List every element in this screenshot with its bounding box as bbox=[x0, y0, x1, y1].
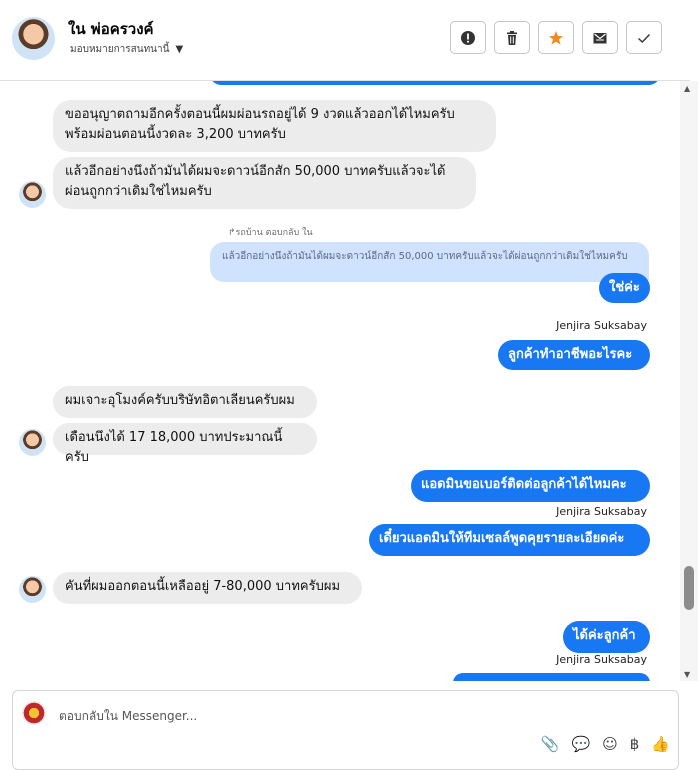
chevron-down-icon: ▼ bbox=[175, 44, 184, 55]
sender-name: Jenjira Suksabay bbox=[556, 319, 647, 332]
composer-tools: 📎 💬 ☺ ฿ 👍 bbox=[541, 735, 670, 753]
emoji-icon[interactable]: ☺ bbox=[602, 735, 618, 753]
message-thread: ขออนุญาตถามอีกครั้งตอนนี้ผมผ่อนรถอยู่ได้… bbox=[0, 81, 678, 681]
message-text: พร้อมผ่อนตอนนี้งวดละ 3,200 บาทครับ bbox=[65, 127, 286, 142]
thumbs-up-icon[interactable]: 👍 bbox=[651, 735, 670, 753]
mark-important-button[interactable] bbox=[450, 21, 486, 54]
assign-conversation-dropdown[interactable]: มอบหมายการสนทนานี้ ▼ bbox=[70, 42, 183, 57]
reply-input[interactable]: ตอบกลับใน Messenger... bbox=[59, 707, 197, 726]
contact-avatar-small bbox=[19, 576, 46, 603]
reply-meta-text: รถบ้าน ตอบกลับ ใน bbox=[235, 228, 313, 238]
alert-icon bbox=[461, 30, 475, 45]
trash-icon bbox=[507, 30, 517, 45]
checkmark-icon bbox=[638, 33, 651, 43]
message-text: ผมเจาะอุโมงค์ครับบริษัทอิตาเลียนครับผม bbox=[65, 393, 295, 408]
message-text: แอดมินขอเบอร์ติดต่อลูกค้าได้ไหมคะ bbox=[421, 477, 627, 492]
message-text: ใช่ค่ะ bbox=[609, 280, 640, 295]
scroll-up-icon[interactable]: ▲ bbox=[684, 84, 690, 93]
quoted-message-text: แล้วอีกอย่างนึงถ้ามันได้ผมจะดาวน์อีกสัก … bbox=[222, 251, 628, 262]
message-bubble-incoming[interactable]: คันที่ผมออกตอนนี้เหลืออยู่ 7-80,000 บาทค… bbox=[53, 572, 362, 604]
envelope-icon bbox=[593, 32, 607, 43]
saved-replies-icon[interactable]: 💬 bbox=[571, 735, 590, 753]
message-text: เดือนนึงได้ 17 18,000 บาทประมาณนี้ครับ bbox=[65, 430, 283, 465]
message-bubble-outgoing[interactable]: เดี๋ยวแอดมินให้ทีมเซลล์พูดคุยรายละเอียดค… bbox=[369, 524, 650, 556]
scrollbar-thumb[interactable] bbox=[684, 566, 694, 610]
star-icon bbox=[548, 30, 564, 45]
message-text: ลูกค้าทำอาชีพอะไรคะ bbox=[508, 347, 633, 362]
reply-meta: ↱รถบ้าน ตอบกลับ ใน bbox=[228, 225, 313, 239]
payment-icon[interactable]: ฿ bbox=[630, 735, 640, 753]
assign-label: มอบหมายการสนทนานี้ bbox=[70, 44, 170, 55]
message-text: ขออนุญาตถามอีกครั้งตอนนี้ผมผ่อนรถอยู่ได้… bbox=[65, 107, 455, 122]
message-bubble-outgoing[interactable]: แอดมินขอเบอร์ติดต่อลูกค้าได้ไหมคะ bbox=[411, 470, 650, 502]
attachment-icon[interactable]: 📎 bbox=[541, 735, 560, 753]
reply-arrow-icon: ↱ bbox=[228, 228, 236, 238]
sender-name: Jenjira Suksabay bbox=[556, 505, 647, 518]
message-text: เดี๋ยวแอดมินให้ทีมเซลล์พูดคุยรายละเอียดค… bbox=[379, 531, 625, 546]
message-text: ผ่อนถูกกว่าเดิมใช่ไหมครับ bbox=[65, 184, 212, 199]
message-text: แล้วอีกอย่างนึงถ้ามันได้ผมจะดาวน์อีกสัก … bbox=[65, 164, 446, 179]
conversation-actions bbox=[450, 21, 662, 54]
message-bubble-outgoing-partial bbox=[210, 81, 660, 85]
mark-done-button[interactable] bbox=[626, 21, 662, 54]
quoted-message[interactable]: แล้วอีกอย่างนึงถ้ามันได้ผมจะดาวน์อีกสัก … bbox=[210, 242, 649, 282]
star-button[interactable] bbox=[538, 21, 574, 54]
message-bubble-outgoing-partial bbox=[453, 673, 650, 681]
sender-name: Jenjira Suksabay bbox=[556, 653, 647, 666]
scrollbar[interactable]: ▲ ▼ bbox=[680, 81, 698, 681]
message-text: ได้ค่ะลูกค้า bbox=[573, 628, 636, 643]
contact-avatar-small bbox=[19, 429, 46, 456]
message-bubble-incoming[interactable]: ผมเจาะอุโมงค์ครับบริษัทอิตาเลียนครับผม bbox=[53, 386, 317, 418]
contact-avatar-small bbox=[19, 181, 46, 208]
delete-button[interactable] bbox=[494, 21, 530, 54]
mark-unread-button[interactable] bbox=[582, 21, 618, 54]
message-bubble-outgoing[interactable]: ใช่ค่ะ bbox=[599, 273, 650, 303]
message-bubble-outgoing[interactable]: ได้ค่ะลูกค้า bbox=[563, 621, 650, 653]
contact-name[interactable]: ใน พ่อครวงค์ bbox=[68, 17, 154, 41]
message-bubble-incoming[interactable]: แล้วอีกอย่างนึงถ้ามันได้ผมจะดาวน์อีกสัก … bbox=[53, 157, 476, 209]
message-bubble-incoming[interactable]: ขออนุญาตถามอีกครั้งตอนนี้ผมผ่อนรถอยู่ได้… bbox=[53, 100, 496, 152]
conversation-header: ใน พ่อครวงค์ มอบหมายการสนทนานี้ ▼ bbox=[0, 0, 690, 81]
message-text: คันที่ผมออกตอนนี้เหลืออยู่ 7-80,000 บาทค… bbox=[65, 579, 341, 594]
contact-avatar[interactable] bbox=[12, 17, 55, 60]
page-avatar bbox=[22, 701, 46, 725]
message-bubble-outgoing[interactable]: ลูกค้าทำอาชีพอะไรคะ bbox=[498, 340, 650, 370]
scroll-down-icon[interactable]: ▼ bbox=[684, 670, 690, 679]
reply-composer[interactable]: ตอบกลับใน Messenger... 📎 💬 ☺ ฿ 👍 bbox=[12, 690, 679, 770]
message-bubble-incoming[interactable]: เดือนนึงได้ 17 18,000 บาทประมาณนี้ครับ bbox=[53, 423, 317, 465]
